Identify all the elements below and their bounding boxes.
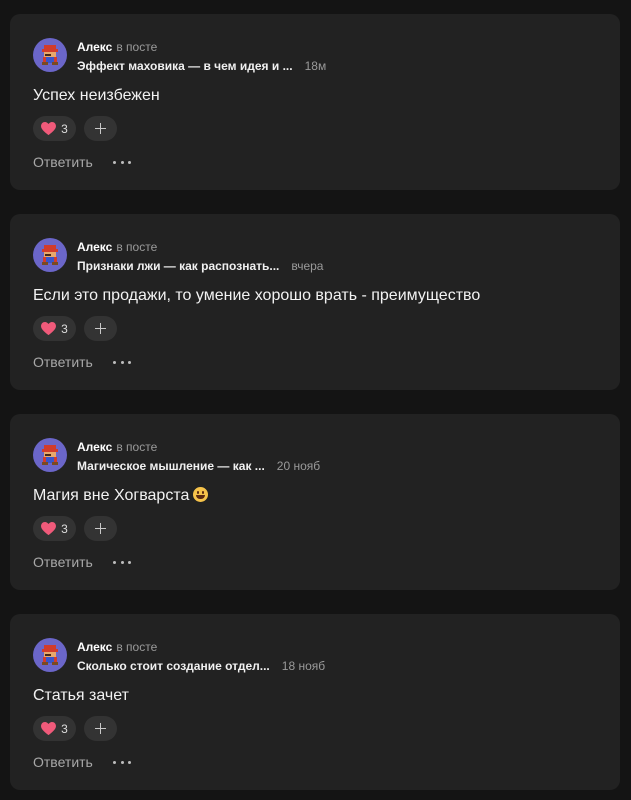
- more-dots-icon: [113, 360, 116, 364]
- pixel-mario-avatar-icon: [42, 445, 58, 465]
- post-reference: Магическое мышление — как ... 20 нояб: [77, 459, 320, 473]
- context-label: в посте: [116, 240, 158, 254]
- reaction-button[interactable]: 3: [33, 516, 76, 541]
- post-title-link[interactable]: Магическое мышление — как ...: [77, 459, 265, 473]
- author-name[interactable]: Алекс: [77, 40, 112, 54]
- more-dots-icon: [113, 560, 116, 564]
- post-title-link[interactable]: Сколько стоит создание отдел...: [77, 659, 270, 673]
- comment-meta: Алекс в посте: [77, 40, 157, 54]
- plus-icon: [95, 723, 106, 734]
- timestamp: 20 нояб: [276, 459, 321, 473]
- pixel-mario-avatar-icon: [42, 245, 58, 265]
- comment-card: Алекс в посте Магическое мышление — как .…: [10, 414, 620, 590]
- post-reference: Эффект маховика — в чем идея и ... 18м: [77, 59, 326, 73]
- post-title-link[interactable]: Эффект маховика — в чем идея и ...: [77, 59, 293, 73]
- author-name[interactable]: Алекс: [77, 440, 112, 454]
- grinning-face-emoji-icon: [193, 487, 209, 502]
- red-heart-icon: [41, 121, 57, 135]
- red-heart-icon: [41, 721, 57, 735]
- more-dots-icon: [113, 760, 116, 764]
- more-options-button[interactable]: [113, 354, 131, 370]
- plus-icon: [95, 523, 106, 534]
- avatar[interactable]: [33, 638, 67, 672]
- context-label: в посте: [116, 640, 158, 654]
- comment-card: Алекс в посте Эффект маховика — в чем иде…: [10, 14, 620, 190]
- context-label: в посте: [116, 440, 158, 454]
- author-name[interactable]: Алекс: [77, 640, 112, 654]
- comment-text: Статья зачет: [33, 687, 129, 704]
- reaction-count: 3: [61, 121, 68, 136]
- comment-meta: Алекс в посте: [77, 640, 157, 654]
- comment-text-body: Магия вне Хогварста: [33, 487, 190, 504]
- red-heart-icon: [41, 521, 57, 535]
- add-reaction-button[interactable]: [84, 716, 117, 741]
- plus-icon: [95, 323, 106, 334]
- reply-button[interactable]: Ответить: [33, 754, 93, 770]
- timestamp: 18 нояб: [281, 659, 326, 673]
- author-name[interactable]: Алекс: [77, 240, 112, 254]
- reaction-button[interactable]: 3: [33, 716, 76, 741]
- red-heart-icon: [41, 321, 57, 335]
- pixel-mario-avatar-icon: [42, 45, 58, 65]
- reply-button[interactable]: Ответить: [33, 554, 93, 570]
- reaction-count: 3: [61, 721, 68, 736]
- avatar[interactable]: [33, 438, 67, 472]
- post-reference: Признаки лжи — как распознать... вчера: [77, 259, 323, 273]
- reaction-count: 3: [61, 521, 68, 536]
- reaction-button[interactable]: 3: [33, 116, 76, 141]
- more-options-button[interactable]: [113, 754, 131, 770]
- avatar[interactable]: [33, 238, 67, 272]
- add-reaction-button[interactable]: [84, 316, 117, 341]
- post-reference: Сколько стоит создание отдел... 18 нояб: [77, 659, 325, 673]
- more-dots-icon: [113, 160, 116, 164]
- comment-card: Алекс в посте Сколько стоит создание отде…: [10, 614, 620, 790]
- comments-feed: Алекс в посте Эффект маховика — в чем иде…: [0, 0, 631, 800]
- avatar[interactable]: [33, 38, 67, 72]
- pixel-mario-avatar-icon: [42, 645, 58, 665]
- comment-meta: Алекс в посте: [77, 440, 157, 454]
- comment-text: Магия вне Хогварста: [33, 486, 209, 506]
- more-options-button[interactable]: [113, 154, 131, 170]
- reaction-button[interactable]: 3: [33, 316, 76, 341]
- timestamp: 18м: [304, 59, 327, 73]
- reply-button[interactable]: Ответить: [33, 354, 93, 370]
- comment-card: Алекс в посте Признаки лжи — как распозна…: [10, 214, 620, 390]
- comment-text: Успех неизбежен: [33, 87, 160, 104]
- comment-meta: Алекс в посте: [77, 240, 157, 254]
- comment-text: Если это продажи, то умение хорошо врать…: [33, 287, 481, 304]
- add-reaction-button[interactable]: [84, 516, 117, 541]
- add-reaction-button[interactable]: [84, 116, 117, 141]
- more-options-button[interactable]: [113, 554, 131, 570]
- timestamp: вчера: [291, 259, 324, 273]
- context-label: в посте: [116, 40, 158, 54]
- reaction-count: 3: [61, 321, 68, 336]
- reply-button[interactable]: Ответить: [33, 154, 93, 170]
- post-title-link[interactable]: Признаки лжи — как распознать...: [77, 259, 279, 273]
- plus-icon: [95, 123, 106, 134]
